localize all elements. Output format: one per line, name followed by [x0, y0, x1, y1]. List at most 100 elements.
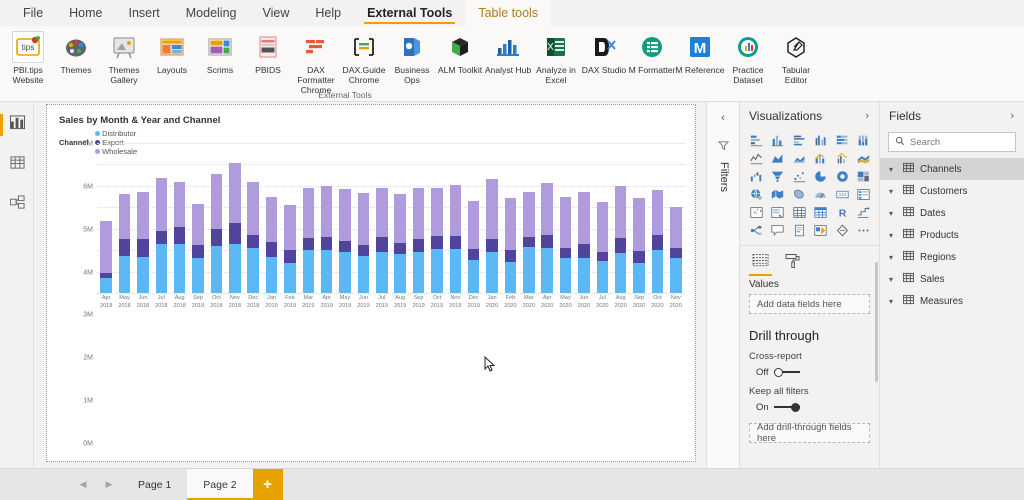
chart-bar[interactable] [465, 143, 483, 293]
line-clustered-column-icon[interactable] [832, 150, 853, 167]
values-dropzone[interactable]: Add data fields here [749, 294, 870, 314]
r-script-visual-icon[interactable]: R [832, 204, 853, 221]
page-tab-1[interactable]: Page 1 [122, 469, 187, 500]
scrims-button[interactable]: Scrims [196, 28, 244, 76]
gauge-icon[interactable] [811, 186, 832, 203]
chart-bar[interactable] [171, 143, 189, 293]
chevron-down-icon[interactable]: ▾ [889, 187, 897, 196]
field-table-regions[interactable]: ▾ Regions [880, 246, 1024, 268]
dax-guide-chrome-button[interactable]: DAX.Guide Chrome [340, 28, 388, 86]
tab-file[interactable]: File [10, 0, 56, 26]
shape-map-icon[interactable] [789, 186, 810, 203]
line-stacked-column-icon[interactable] [811, 150, 832, 167]
chart-bar[interactable] [391, 143, 409, 293]
pbids-button[interactable]: PBIDS [244, 28, 292, 76]
sidebar-item-report-view[interactable] [0, 108, 34, 142]
alm-toolkit-button[interactable]: ALM Toolkit [436, 28, 484, 76]
keep-all-filters-toggle-row[interactable]: On [740, 397, 879, 413]
chevron-down-icon[interactable]: ▾ [889, 209, 897, 218]
next-page-button[interactable]: ▶ [96, 469, 122, 500]
funnel-chart-icon[interactable] [768, 168, 789, 185]
chart-bar[interactable] [428, 143, 446, 293]
chart-bar[interactable] [648, 143, 666, 293]
chart-bar[interactable] [538, 143, 556, 293]
power-apps-icon[interactable] [811, 222, 832, 239]
qna-icon[interactable] [768, 222, 789, 239]
chart-bar[interactable] [262, 143, 280, 293]
field-table-channels[interactable]: ▾ Channels [880, 158, 1024, 180]
page-tab-2[interactable]: Page 2 [187, 469, 253, 500]
chart-bar[interactable] [501, 143, 519, 293]
ribbon-chart-icon[interactable] [854, 150, 875, 167]
treemap-icon[interactable] [854, 168, 875, 185]
donut-chart-icon[interactable] [832, 168, 853, 185]
chart-bar[interactable] [667, 143, 685, 293]
waterfall-chart-icon[interactable] [746, 168, 767, 185]
field-table-dates[interactable]: ▾ Dates [880, 202, 1024, 224]
100-stacked-bar-chart-icon[interactable] [832, 132, 853, 149]
stacked-column-chart-visual[interactable]: Sales by Month & Year and Channel Channe… [49, 107, 693, 448]
keep-all-filters-toggle[interactable] [773, 403, 800, 412]
chart-bar[interactable] [630, 143, 648, 293]
tab-insert[interactable]: Insert [116, 0, 173, 26]
chart-bar[interactable] [520, 143, 538, 293]
format-well-tab[interactable] [785, 251, 801, 275]
tab-home[interactable]: Home [56, 0, 115, 26]
chevron-down-icon[interactable]: ▾ [889, 297, 897, 306]
tab-view[interactable]: View [250, 0, 303, 26]
chart-bar[interactable] [207, 143, 225, 293]
python-visual-icon[interactable] [854, 204, 875, 221]
chevron-right-icon[interactable]: › [865, 110, 869, 122]
visualizations-scrollbar[interactable] [875, 262, 878, 382]
filters-pane-collapsed[interactable]: ‹ Filters [706, 102, 740, 468]
practice-dataset-button[interactable]: Practice Dataset [724, 28, 772, 86]
chart-bar[interactable] [244, 143, 262, 293]
clustered-column-chart-icon[interactable] [811, 132, 832, 149]
analyze-in-excel-button[interactable]: X Analyze in Excel [532, 28, 580, 86]
decomposition-tree-icon[interactable] [832, 222, 853, 239]
dax-formatter-chrome-button[interactable]: DAX Formatter Chrome [292, 28, 340, 96]
stacked-column-chart-icon[interactable] [768, 132, 789, 149]
prev-page-button[interactable]: ◀ [70, 469, 96, 500]
chart-bar[interactable] [373, 143, 391, 293]
field-table-sales[interactable]: ▾ Sales [880, 268, 1024, 290]
filled-map-icon[interactable] [768, 186, 789, 203]
chart-bar[interactable] [281, 143, 299, 293]
cross-report-toggle-row[interactable]: Off [740, 362, 879, 378]
chart-bar[interactable] [446, 143, 464, 293]
chevron-right-icon[interactable]: › [1010, 110, 1014, 122]
chart-bar[interactable] [97, 143, 115, 293]
chart-bar[interactable] [575, 143, 593, 293]
business-ops-button[interactable]: Business Ops [388, 28, 436, 86]
chart-bar[interactable] [115, 143, 133, 293]
chart-bar[interactable] [226, 143, 244, 293]
cross-report-toggle[interactable] [773, 368, 800, 377]
themes-button[interactable]: Themes [52, 28, 100, 76]
map-icon[interactable] [746, 186, 767, 203]
analyst-hub-button[interactable]: Analyst Hub [484, 28, 532, 76]
pbi-tips-website-button[interactable]: tips PBI.tips Website [4, 28, 52, 86]
100-stacked-column-chart-icon[interactable] [854, 132, 875, 149]
chart-bar[interactable] [152, 143, 170, 293]
tab-external-tools[interactable]: External Tools [354, 0, 465, 26]
field-table-measures[interactable]: ▾ Measures [880, 290, 1024, 312]
legend-item[interactable]: Distributor [94, 129, 138, 138]
field-table-customers[interactable]: ▾ Customers [880, 180, 1024, 202]
multi-row-card-icon[interactable] [854, 186, 875, 203]
clustered-bar-chart-icon[interactable] [789, 132, 810, 149]
matrix-icon[interactable] [811, 204, 832, 221]
dax-studio-button[interactable]: DAX Studio [580, 28, 628, 76]
pie-chart-icon[interactable] [811, 168, 832, 185]
tabular-editor-button[interactable]: Tabular Editor [772, 28, 820, 86]
drill-through-dropzone[interactable]: Add drill-through fields here [749, 422, 870, 444]
tab-help[interactable]: Help [302, 0, 354, 26]
chart-bar[interactable] [593, 143, 611, 293]
add-page-button[interactable]: + [252, 469, 283, 500]
m-reference-button[interactable]: M M Reference [675, 28, 725, 76]
chart-bar[interactable] [483, 143, 501, 293]
kpi-icon[interactable]: A [746, 204, 767, 221]
chart-bar[interactable] [134, 143, 152, 293]
fields-well-tab[interactable] [749, 251, 772, 276]
chart-bar[interactable] [318, 143, 336, 293]
chart-bar[interactable] [409, 143, 427, 293]
